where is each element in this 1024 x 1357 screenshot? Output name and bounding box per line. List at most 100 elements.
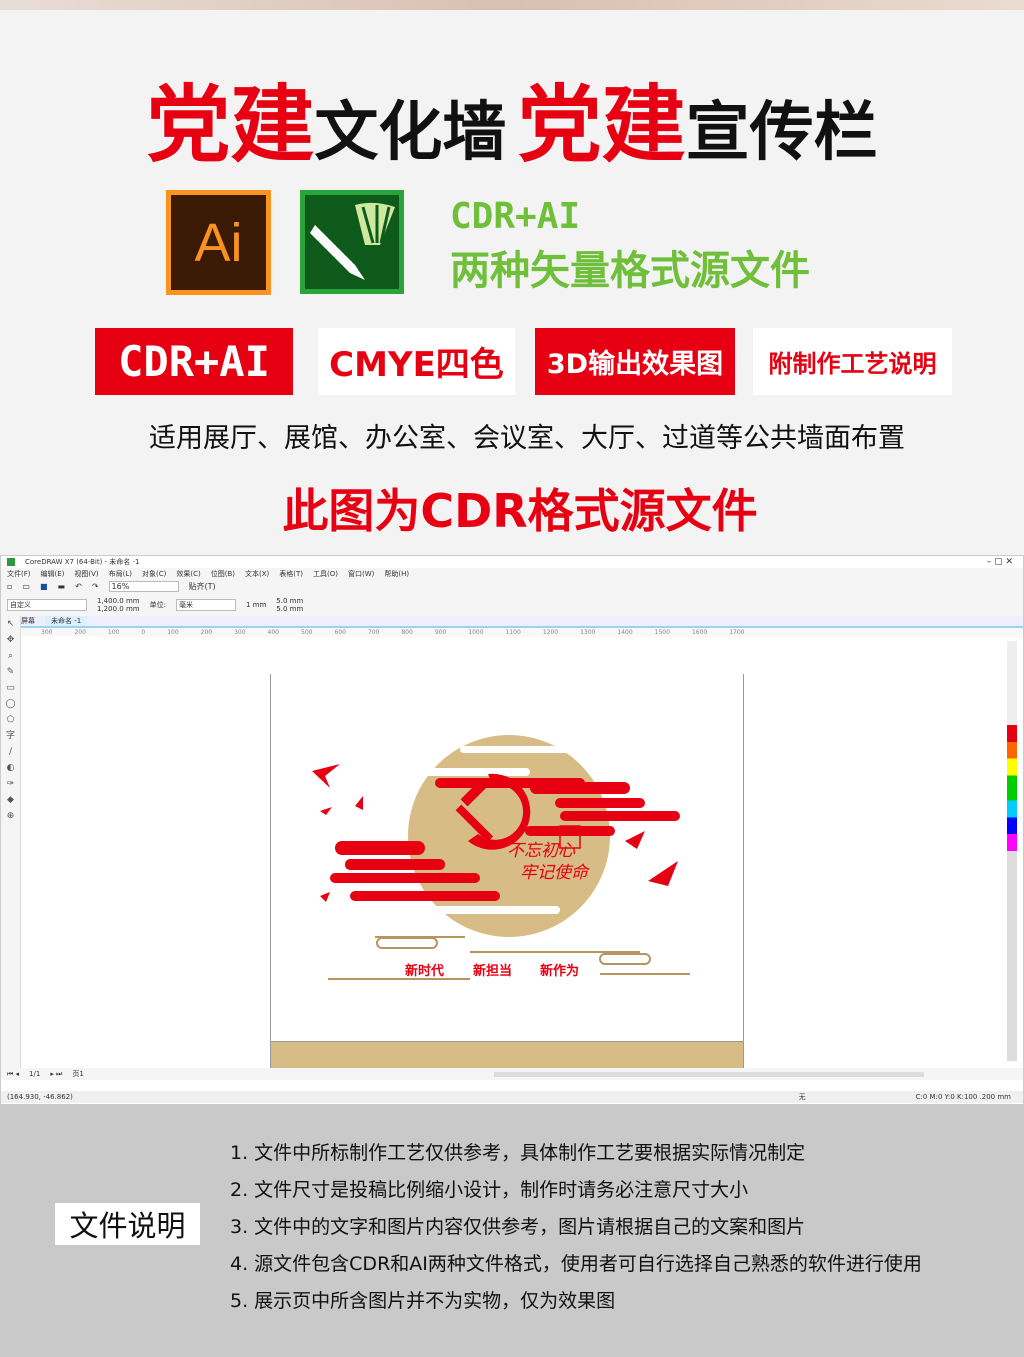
- snap-dropdown[interactable]: 贴齐(T): [189, 581, 216, 592]
- page-nav-forward[interactable]: ▸ ⏭: [50, 1070, 62, 1079]
- redo-icon[interactable]: ↷: [92, 582, 99, 591]
- tab-untitled[interactable]: 未命名 -1: [45, 616, 88, 626]
- menu-tools[interactable]: 工具(O): [313, 569, 338, 579]
- units-select[interactable]: 毫米: [175, 599, 236, 611]
- page-width-field[interactable]: 1,400.0 mm: [97, 597, 140, 605]
- note-item: 4. 源文件包含CDR和AI两种文件格式，使用者可自行选择自己熟悉的软件进行使用: [230, 1253, 922, 1275]
- menu-bitmaps[interactable]: 位图(B): [211, 569, 235, 579]
- title-bulletin: 宣传栏: [685, 96, 878, 170]
- ruler-tick: 1700: [729, 628, 745, 636]
- note-item: 5. 展示页中所含图片并不为实物，仅为效果图: [230, 1290, 616, 1312]
- slogan-new-action: 新作为: [540, 963, 579, 979]
- ruler-tick: 1600: [691, 628, 708, 636]
- ruler-tick: 400: [267, 628, 279, 636]
- menu-layout[interactable]: 布局(L): [109, 569, 132, 579]
- ruler-tick: 1400: [617, 628, 633, 636]
- window-controls[interactable]: – ▢ ✕: [987, 557, 1013, 567]
- title-culture-wall: 文化墙: [314, 96, 507, 170]
- slogan-line-1: 不忘初心: [507, 841, 576, 861]
- title-party: 党建: [146, 76, 315, 174]
- adobe-illustrator-icon: Ai: [166, 190, 271, 295]
- slogan-new-duty: 新担当: [473, 963, 512, 979]
- title-bar: CoreDRAW X7 (64-Bit) - 未命名 -1 – ▢ ✕: [1, 556, 1023, 568]
- ruler-tick: 1300: [580, 628, 596, 636]
- cursor-coordinates: (164.930, -46.862): [7, 1093, 73, 1101]
- page-title: 党建文化墙 党建宣传栏: [0, 58, 1024, 179]
- ruler-tick: 0: [141, 628, 146, 636]
- menu-window[interactable]: 窗口(W): [348, 569, 374, 579]
- slogan-new-era: 新时代: [405, 963, 444, 979]
- page-height-field[interactable]: 1,200.0 mm: [97, 605, 140, 613]
- badge-craft-notes: 附制作工艺说明: [753, 328, 952, 395]
- file-notes-title: 文件说明: [55, 1203, 200, 1245]
- print-icon[interactable]: ▬: [58, 582, 66, 591]
- ruler-tick: 200: [74, 628, 86, 636]
- badge-cdr-ai: CDR+AI: [95, 328, 293, 395]
- top-banner-strip: [0, 0, 1024, 10]
- page-preset-select[interactable]: 自定义: [7, 599, 87, 611]
- document-tabs: 欢迎屏幕 未命名 -1: [1, 616, 1023, 626]
- nudge-field[interactable]: 1 mm: [246, 601, 266, 609]
- menu-help[interactable]: 帮助(H): [384, 569, 409, 579]
- page-nav-arrows[interactable]: ⏮ ◂: [7, 1070, 19, 1079]
- menu-object[interactable]: 对象(C): [142, 569, 166, 579]
- ruler-tick: 100: [107, 628, 120, 636]
- ruler-tick: 900: [434, 628, 447, 636]
- ruler-tick: 1100: [505, 628, 521, 636]
- party-wall-artwork: 不忘初心 牢记使命 新时代 新担当 新作为: [312, 735, 690, 980]
- standard-toolbar: ▫ ▭ ■ ▬ ↶ ↷ 16% 贴齐(T): [1, 579, 1023, 594]
- ruler-tick: 500: [301, 628, 313, 636]
- ruler-tick: 1200: [542, 628, 559, 636]
- ruler-tick: 300: [41, 628, 53, 636]
- wall-base-strip: [271, 1041, 743, 1068]
- coreldraw-window: CoreDRAW X7 (64-Bit) - 未命名 -1 – ▢ ✕ 文件(F…: [0, 555, 1024, 1105]
- ruler-tick: 600: [334, 628, 346, 636]
- duplicate-x-field[interactable]: 5.0 mm: [276, 597, 303, 605]
- menu-table[interactable]: 表格(T): [279, 569, 303, 579]
- badge-cmyk: CMYE四色: [318, 328, 515, 395]
- menu-effects[interactable]: 效果(C): [176, 569, 200, 579]
- toolbox[interactable]: ↖ ✥ ⌕ ✎ ▭ ◯ ⬠ 字 ∕ ◐ ✑ ◆ ⊕: [1, 616, 21, 1076]
- note-item: 1. 文件中所标制作工艺仅供参考，具体制作工艺要根据实际情况制定: [230, 1142, 806, 1164]
- property-bar: 自定义 1,400.0 mm 1,200.0 mm 单位: 毫米 1 mm 5.0…: [1, 594, 1023, 616]
- status-bar: (164.930, -46.862) 无 C:0 M:0 Y:0 K:100 .…: [1, 1091, 1023, 1103]
- coreldraw-app-icon: [7, 558, 15, 566]
- page-counter: 1/1: [29, 1070, 41, 1078]
- cdr-source-note: 此图为CDR格式源文件: [282, 484, 758, 538]
- horizontal-ruler: 300 200 100 0 100 200 300 400 500 600 700 800 900 100…: [1, 626, 1023, 636]
- save-icon[interactable]: ■: [40, 582, 48, 591]
- note-item: 3. 文件中的文字和图片内容仅供参考，图片请根据自己的文案和图片: [230, 1216, 806, 1238]
- menu-view[interactable]: 视图(V): [74, 569, 98, 579]
- new-icon[interactable]: ▫: [7, 582, 12, 591]
- zoom-select[interactable]: 16%: [108, 581, 179, 592]
- open-icon[interactable]: ▭: [22, 582, 30, 591]
- ruler-tick: 800: [401, 628, 413, 636]
- ruler-tick: 200: [200, 628, 213, 636]
- units-label: 单位:: [149, 601, 166, 609]
- fill-none-label: 无: [798, 1093, 806, 1101]
- slogan-line-2: 牢记使命: [520, 863, 590, 883]
- duplicate-y-field[interactable]: 5.0 mm: [276, 605, 303, 613]
- ruler-tick: 1500: [654, 628, 670, 636]
- undo-icon[interactable]: ↶: [75, 582, 82, 591]
- window-title: CoreDRAW X7 (64-Bit) - 未命名 -1: [25, 558, 140, 566]
- menu-bar: 文件(F) 编辑(E) 视图(V) 布局(L) 对象(C) 效果(C) 位图(B) 文本(X)…: [1, 568, 1023, 579]
- ruler-tick: 300: [234, 628, 246, 636]
- page-navigator: ⏮ ◂ 1/1 ▸ ⏭ 页1: [1, 1068, 1023, 1080]
- ruler-tick: 700: [367, 628, 380, 636]
- menu-text[interactable]: 文本(X): [245, 569, 269, 579]
- ruler-tick: 100: [167, 628, 179, 636]
- usage-text: 适用展厅、展馆、办公室、会议室、大厅、过道等公共墙面布置: [149, 423, 905, 454]
- formats-line-1: CDR+AI: [450, 196, 581, 237]
- menu-file[interactable]: 文件(F): [7, 569, 31, 579]
- menu-edit[interactable]: 编辑(E): [41, 569, 65, 579]
- coreldraw-icon: [300, 190, 404, 294]
- formats-line-2: 两种矢量格式源文件: [450, 248, 810, 294]
- ai-label: Ai: [171, 195, 266, 290]
- badge-3d-output: 3D输出效果图: [535, 328, 735, 395]
- color-palette[interactable]: [1007, 641, 1017, 1061]
- page-tab[interactable]: 页1: [72, 1069, 83, 1079]
- outline-status: C:0 M:0 Y:0 K:100 .200 mm: [915, 1093, 1011, 1101]
- horizontal-scrollbar[interactable]: [493, 1071, 924, 1077]
- title-party-2: 党建: [517, 76, 686, 174]
